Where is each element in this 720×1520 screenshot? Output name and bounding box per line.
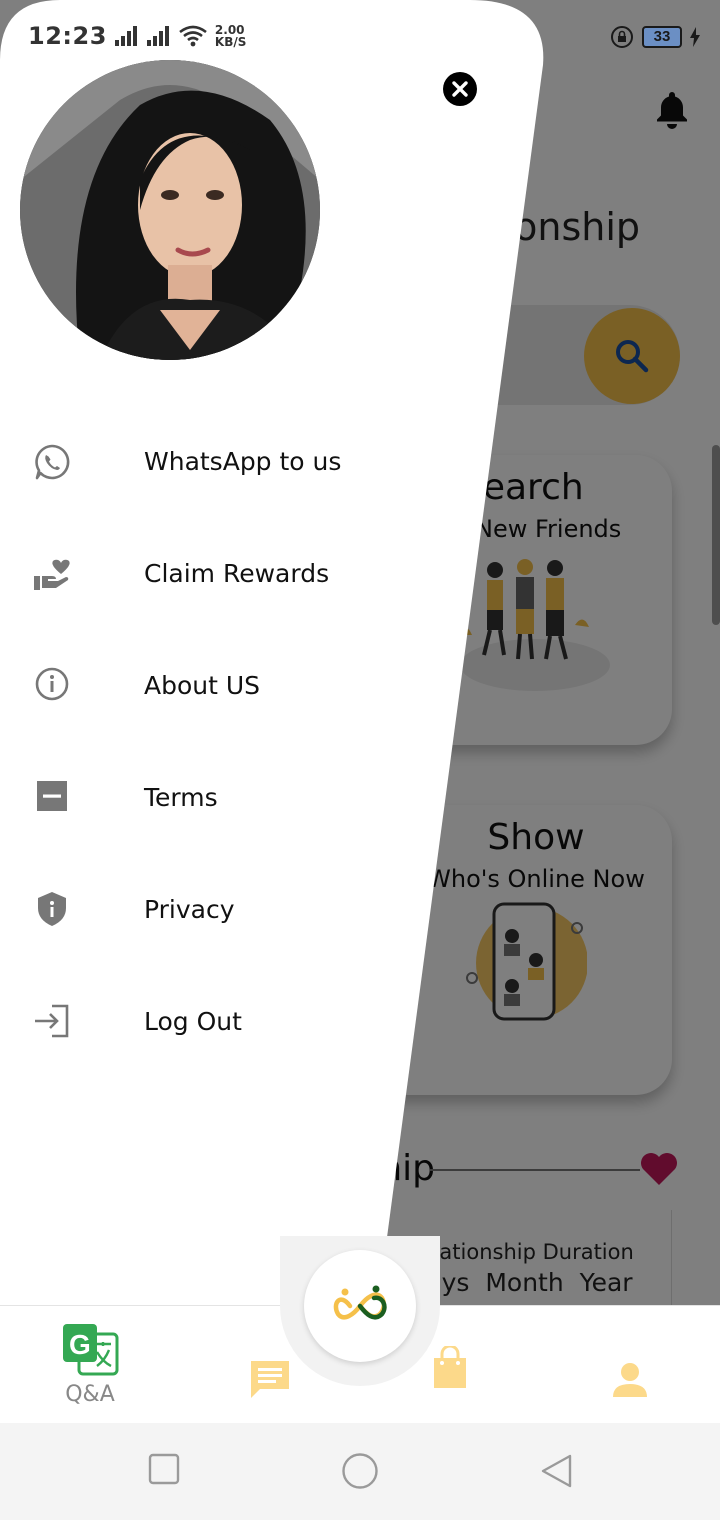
back-icon[interactable] — [538, 1453, 574, 1489]
shopping-bag-icon — [434, 1346, 466, 1388]
network-speed: 2.00 KB/S — [215, 24, 246, 48]
charging-icon — [690, 27, 700, 47]
home-icon[interactable] — [341, 1452, 379, 1490]
nav-qa-label: Q&A — [65, 1382, 115, 1407]
signal-icon — [146, 26, 169, 46]
signal-icon — [114, 26, 137, 46]
menu-item-about-us[interactable]: About US — [0, 646, 460, 726]
rotation-lock-icon — [611, 26, 633, 48]
hand-heart-icon — [34, 559, 70, 590]
menu-label: WhatsApp to us — [144, 447, 342, 476]
menu-item-whatsapp[interactable]: WhatsApp to us — [0, 422, 460, 502]
wifi-icon — [179, 25, 207, 47]
status-bar-right: 33 — [610, 24, 700, 50]
svg-text:G: G — [69, 1329, 91, 1360]
chat-icon — [251, 1361, 289, 1398]
menu-label: Terms — [144, 783, 218, 812]
menu-item-claim-rewards[interactable]: Claim Rewards — [0, 534, 460, 614]
status-time: 12:23 — [28, 22, 107, 50]
menu-label: Privacy — [144, 895, 235, 924]
whatsapp-icon — [35, 444, 70, 480]
menu-item-log-out[interactable]: Log Out — [0, 982, 460, 1062]
system-navigation-bar — [0, 1423, 720, 1520]
logo-icon — [333, 1285, 387, 1320]
info-icon — [35, 667, 69, 701]
profile-avatar[interactable] — [20, 60, 320, 360]
shield-info-icon — [38, 892, 66, 926]
menu-label: About US — [144, 671, 261, 700]
menu-item-privacy[interactable]: Privacy — [0, 870, 460, 950]
minus-box-icon — [37, 781, 67, 811]
network-speed-unit: KB/S — [214, 35, 247, 49]
battery-indicator: 33 — [642, 26, 682, 48]
status-bar-left: 12:23 2.00 KB/S — [28, 22, 246, 50]
recents-icon[interactable] — [148, 1453, 180, 1485]
logout-icon — [35, 1004, 69, 1038]
menu-label: Claim Rewards — [144, 559, 330, 588]
nav-profile[interactable] — [570, 1320, 690, 1416]
menu-label: Log Out — [144, 1007, 242, 1036]
person-icon — [613, 1363, 647, 1397]
menu-item-terms[interactable]: Terms — [0, 758, 460, 838]
nav-qa[interactable]: G Q&A — [30, 1320, 150, 1416]
profile-photo — [20, 60, 320, 360]
translate-icon: G — [63, 1324, 119, 1376]
close-drawer-button[interactable] — [443, 72, 477, 106]
close-icon — [452, 81, 468, 97]
home-logo-button[interactable] — [304, 1250, 416, 1362]
